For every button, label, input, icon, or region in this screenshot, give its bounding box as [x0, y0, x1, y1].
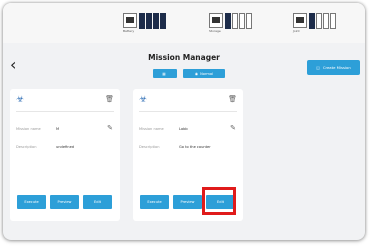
- level-bar: [309, 13, 315, 29]
- mode-button[interactable]: ◉ Normal: [183, 69, 225, 78]
- divider: [139, 111, 237, 112]
- description-label: Description: [139, 145, 160, 149]
- mission-name-value: M: [56, 127, 60, 131]
- create-mission-label: Create Mission: [322, 65, 351, 70]
- document-plus-icon: ◫: [316, 65, 320, 70]
- mode-label: Normal: [200, 71, 214, 76]
- level-bar: [323, 13, 329, 29]
- level-bar: [153, 13, 159, 29]
- level-bar: [160, 13, 166, 29]
- trash-icon[interactable]: 🗑: [228, 95, 237, 103]
- mission-name-label: Mission name: [16, 127, 41, 131]
- mission-card: ☣ 🗑 Mission name M ✎ Description undefin…: [10, 89, 120, 221]
- level-bar: [239, 13, 245, 29]
- description-row: Description undefined: [16, 143, 114, 151]
- execute-button[interactable]: Execute: [17, 195, 46, 209]
- joint-label: Joint: [293, 29, 300, 33]
- page-header: ‹ Mission Manager ▦ ◉ Normal ◫ Create Mi…: [3, 47, 365, 87]
- level-bar: [139, 13, 145, 29]
- storage-status: Storage: [209, 13, 252, 35]
- mission-name-value: Lobb: [179, 127, 188, 131]
- grid-view-icon: ▦: [162, 71, 166, 76]
- storage-label: Storage: [209, 29, 221, 33]
- mission-name-row: Mission name M ✎: [16, 124, 114, 133]
- battery-level-bars: [139, 13, 166, 29]
- level-bar: [232, 13, 238, 29]
- battery-icon: [123, 13, 137, 28]
- tablet-screen: Battery Storage Joint ‹ Mission Manager …: [3, 3, 365, 240]
- joint-icon: [293, 13, 307, 28]
- level-bar: [330, 13, 336, 29]
- joint-status: Joint: [293, 13, 336, 35]
- storage-level-bars: [225, 13, 252, 29]
- highlight-box: [202, 187, 236, 215]
- joint-level-bars: [309, 13, 336, 29]
- execute-button[interactable]: Execute: [140, 195, 169, 209]
- description-value: Go to the counter: [179, 145, 211, 149]
- create-mission-button[interactable]: ◫ Create Mission: [307, 60, 360, 75]
- eye-icon: ◉: [194, 71, 199, 76]
- view-toggle-button[interactable]: ▦: [153, 69, 177, 78]
- description-value: undefined: [56, 145, 75, 149]
- edit-button[interactable]: Edit: [83, 195, 112, 209]
- divider: [16, 111, 114, 112]
- level-bar: [225, 13, 231, 29]
- level-bar: [316, 13, 322, 29]
- pencil-icon[interactable]: ✎: [107, 124, 113, 132]
- battery-label: Battery: [123, 29, 135, 33]
- preview-button[interactable]: Preview: [50, 195, 79, 209]
- preview-button[interactable]: Preview: [173, 195, 202, 209]
- battery-status: Battery: [123, 13, 166, 35]
- level-bar: [246, 13, 252, 29]
- pencil-icon[interactable]: ✎: [230, 124, 236, 132]
- mission-card-header: ☣ 🗑: [139, 94, 237, 108]
- mission-name-label: Mission name: [139, 127, 164, 131]
- robot-icon: ☣: [139, 95, 148, 105]
- storage-icon: [209, 13, 223, 28]
- trash-icon[interactable]: 🗑: [105, 95, 114, 103]
- description-label: Description: [16, 145, 37, 149]
- status-bar: Battery Storage Joint: [3, 3, 365, 43]
- mission-card-header: ☣ 🗑: [16, 94, 114, 108]
- robot-icon: ☣: [16, 95, 25, 105]
- level-bar: [146, 13, 152, 29]
- description-row: Description Go to the counter: [139, 143, 237, 151]
- mission-name-row: Mission name Lobb ✎: [139, 124, 237, 133]
